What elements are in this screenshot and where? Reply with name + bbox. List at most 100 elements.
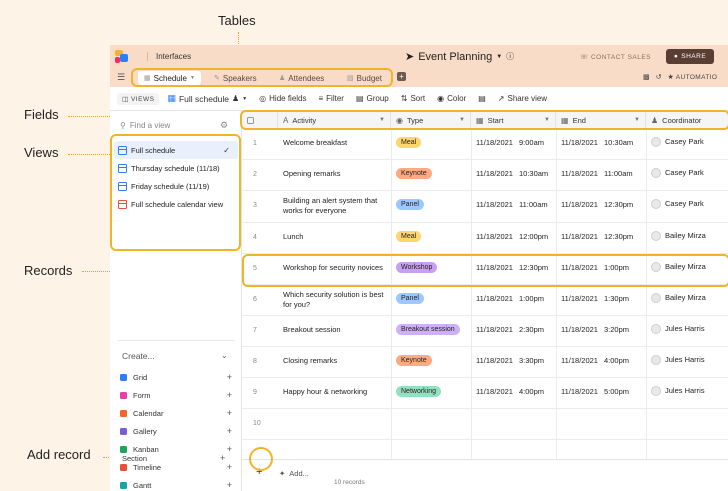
contact-sales-link[interactable]: ☏ CONTACT SALES <box>580 53 651 61</box>
view-item-full-schedule[interactable]: Full schedule ✓ <box>114 141 238 159</box>
create-form-item[interactable]: Form + <box>120 388 232 402</box>
select-all-checkbox[interactable] <box>242 111 278 129</box>
filter-button[interactable]: ≡ Filter <box>319 94 344 103</box>
start-cell[interactable]: 11/18/2021 1:00pm <box>471 285 556 304</box>
share-view-button[interactable]: ↗ Share view <box>498 94 547 103</box>
view-item-friday-schedule[interactable]: Friday schedule (11/19) <box>114 177 238 195</box>
interfaces-link[interactable]: Interfaces <box>147 52 191 61</box>
activity-cell[interactable] <box>278 409 390 418</box>
activity-cell[interactable]: Welcome breakfast <box>278 129 390 148</box>
color-button[interactable]: ◉ Color <box>437 94 466 103</box>
table-row[interactable]: 9 Happy hour & networking Networking 11/18/… <box>242 378 728 409</box>
type-cell[interactable]: Keynote <box>391 347 471 366</box>
end-cell[interactable]: 11/18/2021 5:00pm <box>556 378 646 397</box>
field-header-activity[interactable]: A Activity ▼ <box>278 111 391 129</box>
automations-button[interactable]: ★ AUTOMATIO <box>668 73 718 81</box>
start-cell[interactable]: 11/18/2021 11:00am <box>471 191 556 210</box>
row-number-cell[interactable]: 8 <box>248 347 276 367</box>
tab-schedule[interactable]: ▦ Schedule ▼ <box>138 71 201 85</box>
type-cell[interactable]: Workshop <box>391 254 471 273</box>
coordinator-cell[interactable]: Bailey Mirza <box>646 285 728 303</box>
airtable-logo-icon[interactable] <box>115 49 129 64</box>
row-number-cell[interactable]: 1 <box>248 129 276 149</box>
start-cell[interactable]: 11/18/2021 4:00pm <box>471 378 556 397</box>
coordinator-cell[interactable]: Casey Park <box>646 129 728 147</box>
row-number-cell[interactable]: 5 <box>248 254 276 274</box>
end-cell[interactable]: 11/18/2021 12:30pm <box>556 191 646 210</box>
activity-cell[interactable]: Breakout session <box>278 316 390 335</box>
field-header-end[interactable]: ▦ End ▼ <box>556 111 646 129</box>
type-cell[interactable]: Meal <box>391 129 471 148</box>
coordinator-cell[interactable]: Casey Park <box>646 191 728 209</box>
coordinator-cell[interactable]: Bailey Mirza <box>646 254 728 272</box>
row-number-cell[interactable]: 9 <box>248 378 276 398</box>
info-icon[interactable]: ⓘ <box>506 51 514 62</box>
activity-cell[interactable]: Opening remarks <box>278 160 390 179</box>
add-record-button[interactable]: + <box>256 466 262 478</box>
start-cell[interactable]: 11/18/2021 12:00pm <box>471 223 556 242</box>
row-number-cell[interactable]: 10 <box>248 409 276 429</box>
base-title[interactable]: ➤ Event Planning ▼ ⓘ <box>405 50 514 64</box>
create-gantt-item[interactable]: Gantt + <box>120 478 232 491</box>
tab-attendees[interactable]: ♟ Attendees <box>273 71 330 85</box>
table-row[interactable]: 2 Opening remarks Keynote 11/18/2021 10:30am… <box>242 160 728 191</box>
row-number-cell[interactable]: 2 <box>248 160 276 180</box>
tab-speakers[interactable]: ✎ Speakers <box>208 71 263 85</box>
trash-icon[interactable]: ▩ <box>643 73 650 81</box>
create-section-item[interactable]: Section <box>122 454 147 463</box>
row-number-cell[interactable]: 7 <box>248 316 276 336</box>
activity-cell[interactable]: Workshop for security novices <box>278 254 390 273</box>
tab-budget[interactable]: ▨ Budget <box>341 71 388 85</box>
coordinator-cell[interactable]: Bailey Mirza <box>646 223 728 241</box>
activity-cell[interactable]: Building an alert system that works for … <box>278 191 390 216</box>
field-header-start[interactable]: ▦ Start ▼ <box>471 111 556 129</box>
coordinator-cell[interactable]: Jules Harris <box>646 316 728 334</box>
table-row[interactable]: 5 Workshop for security novices Workshop 11… <box>242 254 728 285</box>
field-header-coordinator[interactable]: ♟Coordinator● <box>646 111 728 129</box>
create-grid-item[interactable]: Grid + <box>120 370 232 384</box>
end-cell[interactable]: 11/18/2021 4:00pm <box>556 347 646 366</box>
group-button[interactable]: ▤ Group <box>356 94 389 103</box>
table-row[interactable]: 7 Breakout session Breakout session 11/18/2… <box>242 316 728 347</box>
table-row[interactable]: 1 Welcome breakfast Meal 11/18/2021 9:00am 11… <box>242 129 728 160</box>
field-header-type[interactable]: ◉ Type ▼ <box>391 111 471 129</box>
current-view-selector[interactable]: ▦ Full schedule ♟ ▼ <box>167 93 247 104</box>
end-cell[interactable]: 11/18/2021 11:00am <box>556 160 646 179</box>
view-item-thursday-schedule[interactable]: Thursday schedule (11/18) <box>114 159 238 177</box>
start-cell[interactable]: 11/18/2021 2:30pm <box>471 316 556 335</box>
row-height-button[interactable]: ▤ <box>478 94 486 103</box>
type-cell[interactable]: Breakout session <box>391 316 471 335</box>
type-cell[interactable]: Panel <box>391 285 471 304</box>
row-number-cell[interactable]: 3 <box>248 191 276 211</box>
end-cell[interactable]: 11/18/2021 12:30pm <box>556 223 646 242</box>
type-cell[interactable]: Keynote <box>391 160 471 179</box>
table-row[interactable]: 3 Building an alert system that works for… <box>242 191 728 223</box>
history-icon[interactable]: ↺ <box>656 73 662 81</box>
start-cell[interactable]: 11/18/2021 9:00am <box>471 129 556 148</box>
end-cell[interactable]: 11/18/2021 1:30pm <box>556 285 646 304</box>
view-item-calendar-view[interactable]: Full schedule calendar view <box>114 195 238 213</box>
activity-cell[interactable]: Which security solution is best for you? <box>278 285 390 310</box>
create-view-header[interactable]: Create... <box>122 351 155 361</box>
row-number-cell[interactable]: 4 <box>248 223 276 243</box>
table-row[interactable]: 4 Lunch Meal 11/18/2021 12:00pm 11/18/2021 12:… <box>242 223 728 254</box>
activity-cell[interactable]: Lunch <box>278 223 390 242</box>
end-cell[interactable]: 11/18/2021 1:00pm <box>556 254 646 273</box>
start-cell[interactable]: 11/18/2021 10:30am <box>471 160 556 179</box>
table-row[interactable]: 8 Closing remarks Keynote 11/18/2021 3:30pm 1… <box>242 347 728 378</box>
table-row[interactable]: 10 <box>242 409 728 440</box>
row-number-cell[interactable]: 6 <box>248 285 276 305</box>
coordinator-cell[interactable]: Casey Park <box>646 160 728 178</box>
create-calendar-item[interactable]: Calendar + <box>120 406 232 420</box>
find-view-input[interactable]: ⚲ Find a view <box>120 121 170 130</box>
activity-cell[interactable]: Closing remarks <box>278 347 390 366</box>
type-cell[interactable]: Networking <box>391 378 471 397</box>
hamburger-menu-icon[interactable]: ☰ <box>117 72 125 83</box>
end-cell[interactable]: 11/18/2021 10:30am <box>556 129 646 148</box>
start-cell[interactable]: 11/18/2021 3:30pm <box>471 347 556 366</box>
coordinator-cell[interactable]: Jules Harris <box>646 378 728 396</box>
views-toggle-button[interactable]: ◫ VIEWS <box>117 92 160 105</box>
end-cell[interactable]: 11/18/2021 3:20pm <box>556 316 646 335</box>
type-cell[interactable]: Panel <box>391 191 471 210</box>
hide-fields-button[interactable]: ◎ Hide fields <box>259 94 306 103</box>
